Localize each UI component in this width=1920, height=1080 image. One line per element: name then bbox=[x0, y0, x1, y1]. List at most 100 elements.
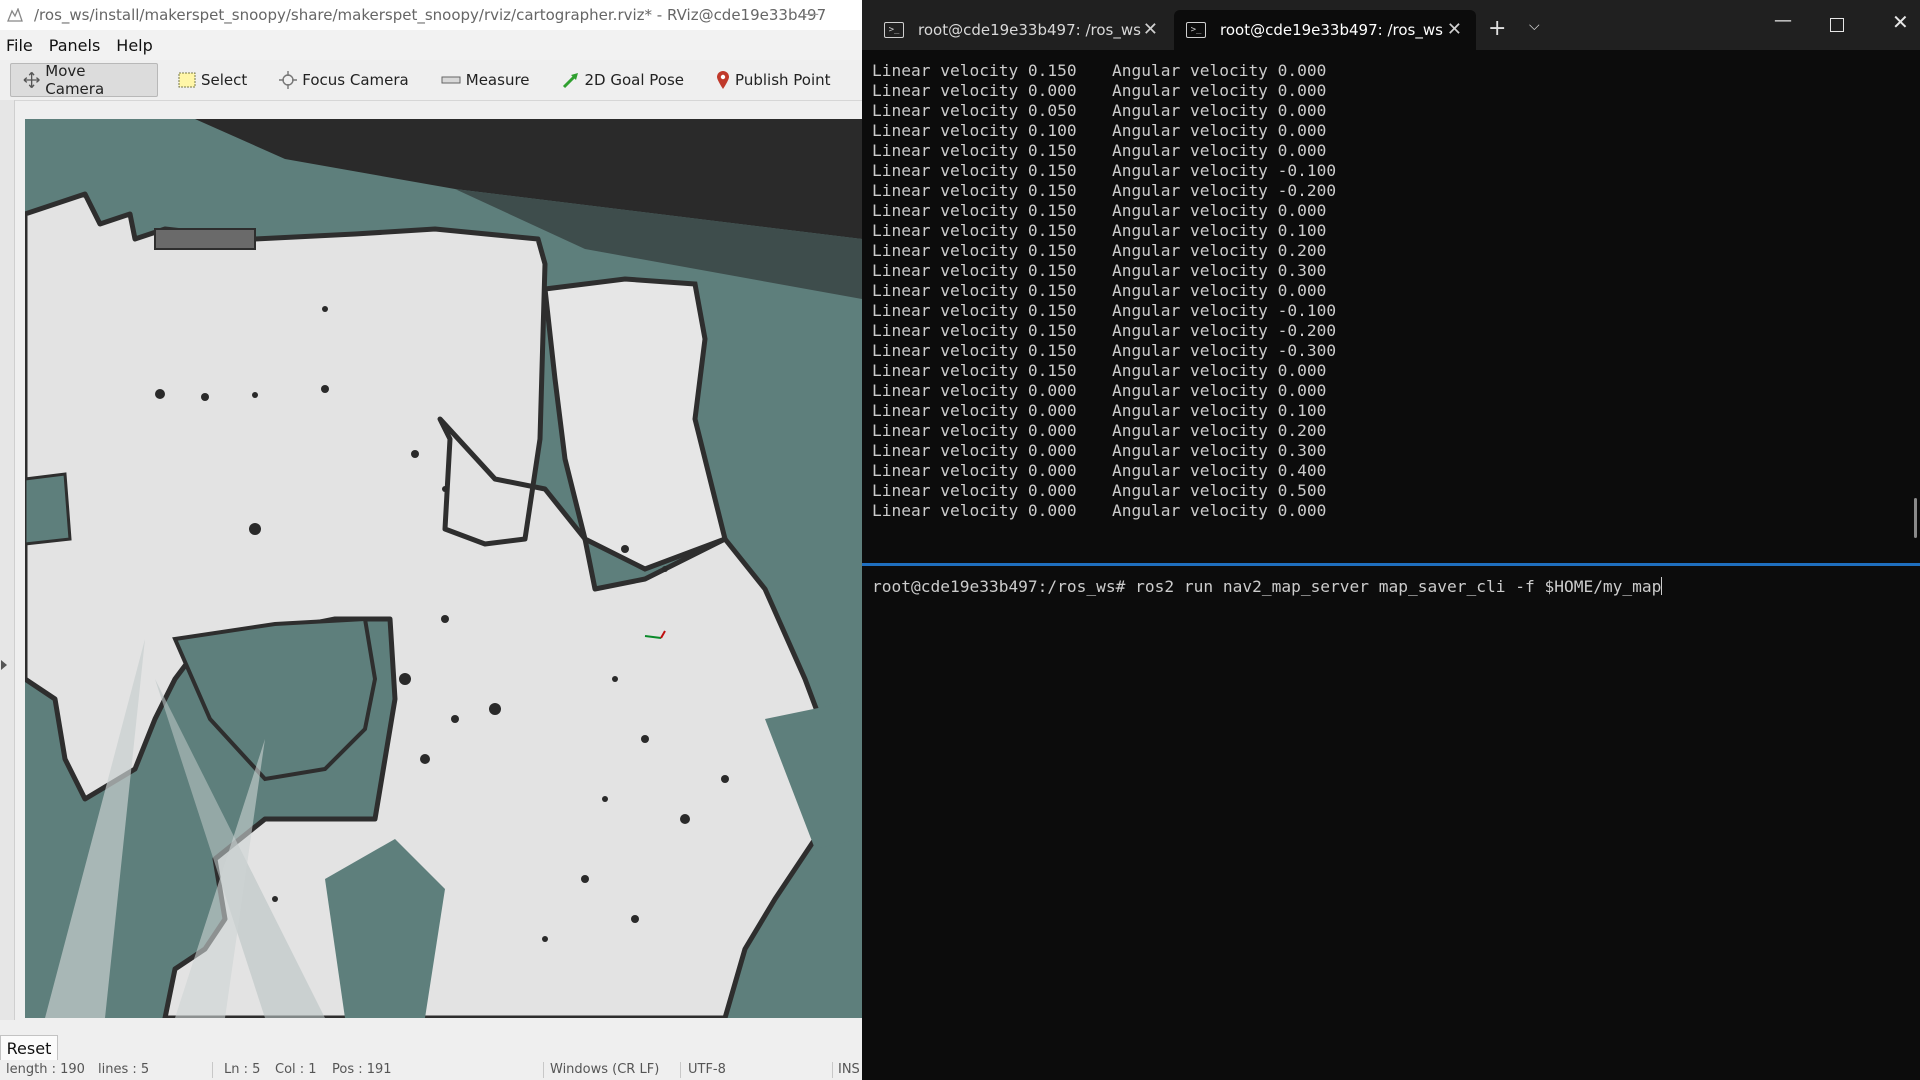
menu-help[interactable]: Help bbox=[108, 36, 160, 55]
log-line: Linear velocity 0.000 Angular velocity 0.… bbox=[872, 441, 1336, 461]
status-eol: Windows (CR LF) bbox=[550, 1062, 660, 1077]
menu-panels[interactable]: Panels bbox=[41, 36, 109, 55]
angular-velocity-text: Angular velocity 0.000 bbox=[1112, 81, 1327, 100]
select-label: Select bbox=[201, 71, 248, 89]
angular-velocity-text: Angular velocity 0.400 bbox=[1112, 461, 1327, 480]
close-window-icon[interactable]: ✕ bbox=[1892, 10, 1909, 34]
linear-velocity-text: Linear velocity 0.150 bbox=[872, 161, 1077, 180]
log-line: Linear velocity 0.150 Angular velocity 0.… bbox=[872, 201, 1336, 221]
obstacle-block bbox=[154, 228, 256, 250]
angular-velocity-text: Angular velocity 0.000 bbox=[1112, 501, 1327, 520]
angular-velocity-text: Angular velocity 0.000 bbox=[1112, 121, 1327, 140]
rviz-statusbar: length : 190 lines : 5 Ln : 5 Col : 1 Po… bbox=[0, 1060, 862, 1080]
close-tab-icon[interactable]: ✕ bbox=[1143, 19, 1158, 40]
terminal-pane-bottom[interactable]: root@cde19e33b497:/ros_ws# ros2 run nav2… bbox=[862, 566, 1920, 1080]
move-camera-icon bbox=[23, 71, 40, 89]
rviz-titlebar: /ros_ws/install/makerspet_snoopy/share/m… bbox=[0, 0, 862, 30]
angular-velocity-text: Angular velocity 0.000 bbox=[1112, 141, 1327, 160]
linear-velocity-text: Linear velocity 0.000 bbox=[872, 401, 1077, 420]
linear-velocity-text: Linear velocity 0.150 bbox=[872, 261, 1077, 280]
new-tab-plus-icon[interactable]: + bbox=[1488, 16, 1506, 41]
map-pin-icon bbox=[717, 71, 730, 89]
status-pos: Pos : 191 bbox=[332, 1062, 392, 1077]
angular-velocity-text: Angular velocity 0.100 bbox=[1112, 221, 1327, 240]
rviz-minimize-button[interactable]: — bbox=[803, 4, 819, 23]
select-tool[interactable]: Select bbox=[166, 63, 259, 97]
rviz-toolbar: Move Camera Select Focus Camera Measure … bbox=[0, 60, 862, 101]
rviz-window-title: /ros_ws/install/makerspet_snoopy/share/m… bbox=[34, 6, 827, 24]
move-camera-label: Move Camera bbox=[45, 62, 105, 98]
reset-button[interactable]: Reset bbox=[0, 1035, 58, 1061]
typed-command: ros2 run nav2_map_server map_saver_cli -… bbox=[1135, 577, 1662, 596]
minimize-window-icon[interactable]: — bbox=[1774, 10, 1792, 31]
expand-panel-arrow-icon[interactable] bbox=[1, 660, 7, 670]
maximize-window-icon[interactable] bbox=[1830, 18, 1844, 32]
chevron-down-icon[interactable]: ⌵ bbox=[1529, 18, 1540, 34]
angular-velocity-text: Angular velocity 0.000 bbox=[1112, 201, 1327, 220]
close-tab-icon[interactable]: ✕ bbox=[1447, 19, 1462, 40]
status-lines: lines : 5 bbox=[98, 1062, 150, 1077]
log-line: Linear velocity 0.150 Angular velocity 0.… bbox=[872, 281, 1336, 301]
publish-point-tool[interactable]: Publish Point bbox=[704, 63, 842, 97]
log-line: Linear velocity 0.150 Angular velocity -0… bbox=[872, 301, 1336, 321]
rviz-window: /ros_ws/install/makerspet_snoopy/share/m… bbox=[0, 0, 862, 1080]
linear-velocity-text: Linear velocity 0.000 bbox=[872, 481, 1077, 500]
log-line: Linear velocity 0.150 Angular velocity -0… bbox=[872, 321, 1336, 341]
angular-velocity-text: Angular velocity 0.000 bbox=[1112, 361, 1327, 380]
measure-tool[interactable]: Measure bbox=[429, 63, 542, 97]
linear-velocity-text: Linear velocity 0.150 bbox=[872, 201, 1077, 220]
angular-velocity-text: Angular velocity -0.100 bbox=[1112, 301, 1337, 320]
arrow-icon bbox=[562, 73, 578, 89]
terminal-scrollbar[interactable] bbox=[1914, 498, 1917, 538]
linear-velocity-text: Linear velocity 0.150 bbox=[872, 361, 1077, 380]
focus-camera-tool[interactable]: Focus Camera bbox=[267, 63, 420, 97]
velocity-log: Linear velocity 0.150 Angular velocity 0.… bbox=[872, 61, 1336, 521]
angular-velocity-text: Angular velocity -0.300 bbox=[1112, 341, 1337, 360]
terminal-tabbar: >_ root@cde19e33b497: /ros_ws ✕ >_ root@… bbox=[862, 0, 1920, 50]
command-line[interactable]: root@cde19e33b497:/ros_ws# ros2 run nav2… bbox=[872, 577, 1663, 596]
linear-velocity-text: Linear velocity 0.150 bbox=[872, 301, 1077, 320]
powershell-icon: >_ bbox=[1186, 22, 1206, 38]
angular-velocity-text: Angular velocity 0.100 bbox=[1112, 401, 1327, 420]
focus-camera-icon bbox=[279, 71, 298, 89]
linear-velocity-text: Linear velocity 0.100 bbox=[872, 121, 1077, 140]
terminal-pane-top[interactable]: Linear velocity 0.150 Angular velocity 0.… bbox=[862, 50, 1920, 563]
linear-velocity-text: Linear velocity 0.150 bbox=[872, 281, 1077, 300]
select-icon bbox=[178, 72, 196, 88]
angular-velocity-text: Angular velocity -0.100 bbox=[1112, 161, 1337, 180]
log-line: Linear velocity 0.000 Angular velocity 0.… bbox=[872, 461, 1336, 481]
status-length: length : 190 bbox=[6, 1062, 85, 1077]
panel-splitter[interactable] bbox=[0, 100, 15, 1020]
angular-velocity-text: Angular velocity 0.300 bbox=[1112, 261, 1327, 280]
angular-velocity-text: Angular velocity 0.000 bbox=[1112, 281, 1327, 300]
angular-velocity-text: Angular velocity 0.300 bbox=[1112, 441, 1327, 460]
angular-velocity-text: Angular velocity 0.000 bbox=[1112, 61, 1327, 80]
linear-velocity-text: Linear velocity 0.150 bbox=[872, 321, 1077, 340]
log-line: Linear velocity 0.000 Angular velocity 0.… bbox=[872, 401, 1336, 421]
terminal-tab-1[interactable]: >_ root@cde19e33b497: /ros_ws ✕ bbox=[872, 10, 1172, 50]
linear-velocity-text: Linear velocity 0.150 bbox=[872, 181, 1077, 200]
status-divider bbox=[680, 1062, 681, 1078]
terminal-tab-2[interactable]: >_ root@cde19e33b497: /ros_ws ✕ bbox=[1174, 10, 1476, 50]
status-col: Col : 1 bbox=[275, 1062, 317, 1077]
log-line: Linear velocity 0.150 Angular velocity 0.… bbox=[872, 361, 1336, 381]
map-3d-viewport[interactable] bbox=[25, 119, 862, 1018]
shell-prompt: root@cde19e33b497:/ros_ws# bbox=[872, 577, 1136, 596]
terminal-window: >_ root@cde19e33b497: /ros_ws ✕ >_ root@… bbox=[862, 0, 1920, 1080]
rviz-menubar: File Panels Help bbox=[0, 30, 862, 60]
move-camera-tool[interactable]: Move Camera bbox=[10, 62, 158, 98]
menu-file[interactable]: File bbox=[0, 36, 41, 55]
tab-label: root@cde19e33b497: /ros_ws bbox=[1220, 21, 1443, 39]
angular-velocity-text: Angular velocity 0.200 bbox=[1112, 241, 1327, 260]
status-ln: Ln : 5 bbox=[224, 1062, 261, 1077]
log-line: Linear velocity 0.150 Angular velocity -0… bbox=[872, 161, 1336, 181]
measure-label: Measure bbox=[465, 71, 530, 89]
status-encoding: UTF-8 bbox=[688, 1062, 726, 1077]
log-line: Linear velocity 0.000 Angular velocity 0.… bbox=[872, 501, 1336, 521]
linear-velocity-text: Linear velocity 0.150 bbox=[872, 241, 1077, 260]
log-line: Linear velocity 0.150 Angular velocity -0… bbox=[872, 341, 1336, 361]
log-line: Linear velocity 0.000 Angular velocity 0.… bbox=[872, 421, 1336, 441]
rviz-app-icon bbox=[4, 4, 26, 26]
goal-pose-label: 2D Goal Pose bbox=[584, 71, 685, 89]
goal-pose-tool[interactable]: 2D Goal Pose bbox=[550, 63, 697, 97]
